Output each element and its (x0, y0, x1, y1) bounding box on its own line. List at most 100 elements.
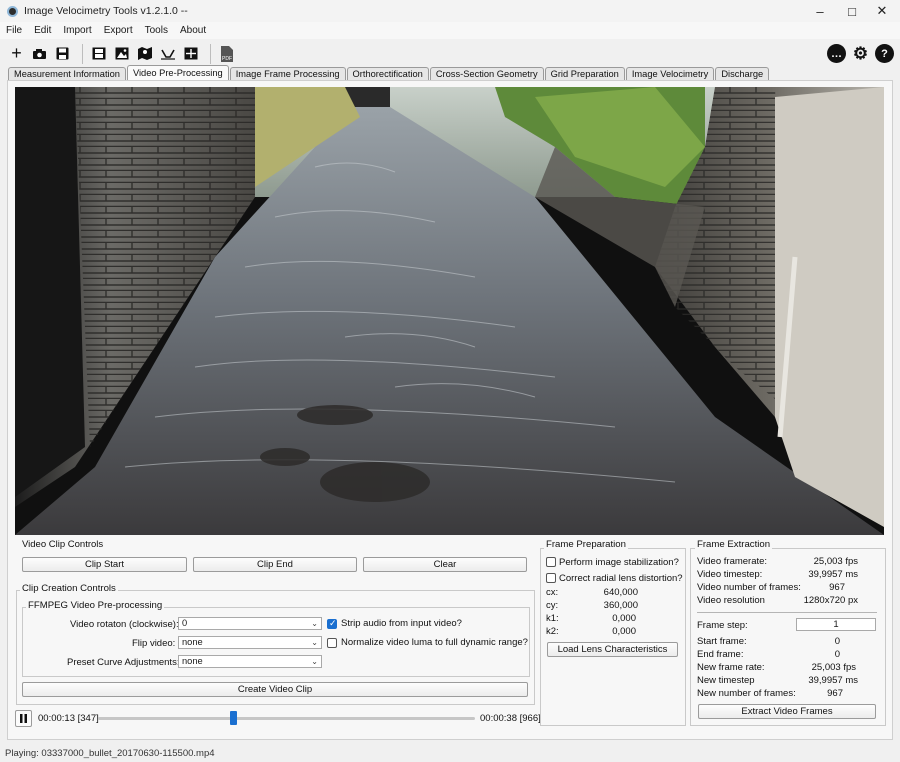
framerate-value: 25,003 fps (813, 556, 858, 567)
create-video-clip-button[interactable]: Create Video Clip (22, 682, 528, 697)
new-frame-rate-label: New frame rate: (697, 662, 765, 673)
video-preview[interactable] (15, 87, 884, 535)
curve-select[interactable]: none ⌄ (178, 655, 322, 668)
menu-about[interactable]: About (180, 25, 206, 36)
menu-export[interactable]: Export (104, 25, 133, 36)
tab-bar: Measurement Information Video Pre-Proces… (8, 65, 770, 81)
cy-value: 360,000 (603, 600, 638, 611)
divider (697, 612, 877, 613)
video-clip-controls-title: Video Clip Controls (22, 539, 104, 550)
chevron-down-icon: ⌄ (311, 638, 318, 647)
start-frame-label: Start frame: (697, 636, 747, 647)
app-icon (7, 5, 18, 17)
timestep-label: Video timestep: (697, 569, 763, 580)
load-lens-button[interactable]: Load Lens Characteristics (547, 642, 678, 657)
new-timestep-value: 39,9957 ms (808, 675, 858, 686)
cx-label: cx: (546, 587, 559, 598)
curve-label: Preset Curve Adjustments: (67, 657, 180, 668)
end-frame-label: End frame: (697, 649, 744, 660)
menu-edit[interactable]: Edit (34, 25, 51, 36)
playback-slider-thumb[interactable] (230, 711, 238, 725)
pause-icon (20, 714, 27, 723)
stabilization-checkbox[interactable] (546, 557, 556, 567)
tab-grid-preparation[interactable]: Grid Preparation (544, 67, 625, 80)
lens-distortion-checkbox[interactable] (546, 573, 556, 583)
rotation-label: Video rotaton (clockwise): (70, 619, 179, 630)
film-icon[interactable] (89, 44, 108, 63)
chart-icon[interactable] (158, 44, 177, 63)
timestep-value: 39,9957 ms (808, 569, 858, 580)
chat-icon[interactable]: … (827, 44, 846, 63)
help-icon[interactable]: ? (875, 44, 894, 63)
minimize-icon[interactable]: – (804, 0, 836, 22)
end-time: 00:00:38 [966] (480, 713, 541, 724)
framerate-label: Video framerate: (697, 556, 768, 567)
new-timestep-label: New timestep (697, 675, 755, 686)
strip-audio-label: Strip audio from input video? (341, 618, 462, 629)
rotation-select[interactable]: 0 ⌄ (178, 617, 322, 630)
start-frame-value: 0 (834, 636, 840, 647)
k2-value: 0,000 (612, 626, 636, 637)
tab-discharge[interactable]: Discharge (715, 67, 770, 80)
flip-value: none (182, 637, 203, 647)
stabilization-label: Perform image stabilization? (559, 557, 679, 568)
toolbar: + PDF (0, 39, 900, 68)
menu-import[interactable]: Import (63, 25, 91, 36)
k1-value: 0,000 (612, 613, 636, 624)
clip-creation-title: Clip Creation Controls (20, 583, 118, 594)
flip-label: Flip video: (132, 638, 176, 649)
tab-measurement-information[interactable]: Measurement Information (8, 67, 126, 80)
current-time: 00:00:13 [347] (38, 713, 99, 724)
strip-audio-checkbox[interactable] (327, 618, 337, 629)
status-bar: Playing: 03337000_bullet_20170630-115500… (0, 746, 900, 762)
menu-file[interactable]: File (6, 25, 22, 36)
rotation-value: 0 (182, 618, 188, 628)
num-frames-value: 967 (829, 582, 845, 593)
clear-button[interactable]: Clear (363, 557, 527, 572)
frame-preparation-title: Frame Preparation (544, 539, 628, 550)
menu-bar: File Edit Import Export Tools About (0, 22, 900, 39)
pause-button[interactable] (15, 710, 32, 727)
window-title: Image Velocimetry Tools v1.2.1.0 -- (24, 5, 188, 17)
end-frame-value: 0 (834, 649, 840, 660)
k2-label: k2: (546, 626, 559, 637)
extract-frames-button[interactable]: Extract Video Frames (698, 704, 876, 719)
menu-tools[interactable]: Tools (145, 25, 168, 36)
normalize-label: Normalize video luma to full dynamic ran… (341, 637, 528, 648)
pdf-icon[interactable]: PDF (217, 44, 236, 63)
pdf-label: PDF (222, 56, 232, 62)
playback-slider-track[interactable] (98, 717, 475, 720)
normalize-checkbox[interactable] (327, 638, 337, 648)
tab-orthorectification[interactable]: Orthorectification (346, 67, 429, 80)
maximize-icon[interactable]: □ (836, 0, 868, 22)
clip-end-button[interactable]: Clip End (193, 557, 357, 572)
frame-step-label: Frame step: (697, 620, 748, 631)
new-frame-rate-value: 25,003 fps (811, 662, 856, 673)
frame-step-input[interactable]: 1 (796, 618, 876, 631)
close-icon[interactable]: ✕ (866, 0, 898, 22)
grid-icon[interactable] (181, 44, 200, 63)
save-icon[interactable] (53, 44, 72, 63)
resolution-value: 1280x720 px (803, 595, 858, 606)
tab-image-frame-processing[interactable]: Image Frame Processing (229, 67, 346, 80)
camera-icon[interactable] (30, 44, 49, 63)
curve-value: none (182, 656, 203, 666)
k1-label: k1: (546, 613, 559, 624)
tab-cross-section-geometry[interactable]: Cross-Section Geometry (429, 67, 544, 80)
flip-select[interactable]: none ⌄ (178, 636, 322, 649)
frame-extraction-title: Frame Extraction (695, 539, 773, 550)
cx-value: 640,000 (603, 587, 638, 598)
tab-image-velocimetry[interactable]: Image Velocimetry (625, 67, 715, 80)
title-bar: Image Velocimetry Tools v1.2.1.0 -- – □ … (0, 0, 900, 22)
new-num-frames-value: 967 (827, 688, 843, 699)
chevron-down-icon: ⌄ (311, 619, 318, 628)
lens-distortion-label: Correct radial lens distortion? (559, 573, 683, 584)
clip-start-button[interactable]: Clip Start (22, 557, 187, 572)
toolbar-separator (82, 43, 83, 64)
cy-label: cy: (546, 600, 559, 611)
map-icon[interactable] (135, 44, 154, 63)
gear-icon[interactable]: ⚙ (851, 44, 870, 63)
plus-icon[interactable]: + (7, 43, 26, 63)
tab-video-pre-processing[interactable]: Video Pre-Processing (126, 65, 229, 80)
image-icon[interactable] (112, 44, 131, 63)
